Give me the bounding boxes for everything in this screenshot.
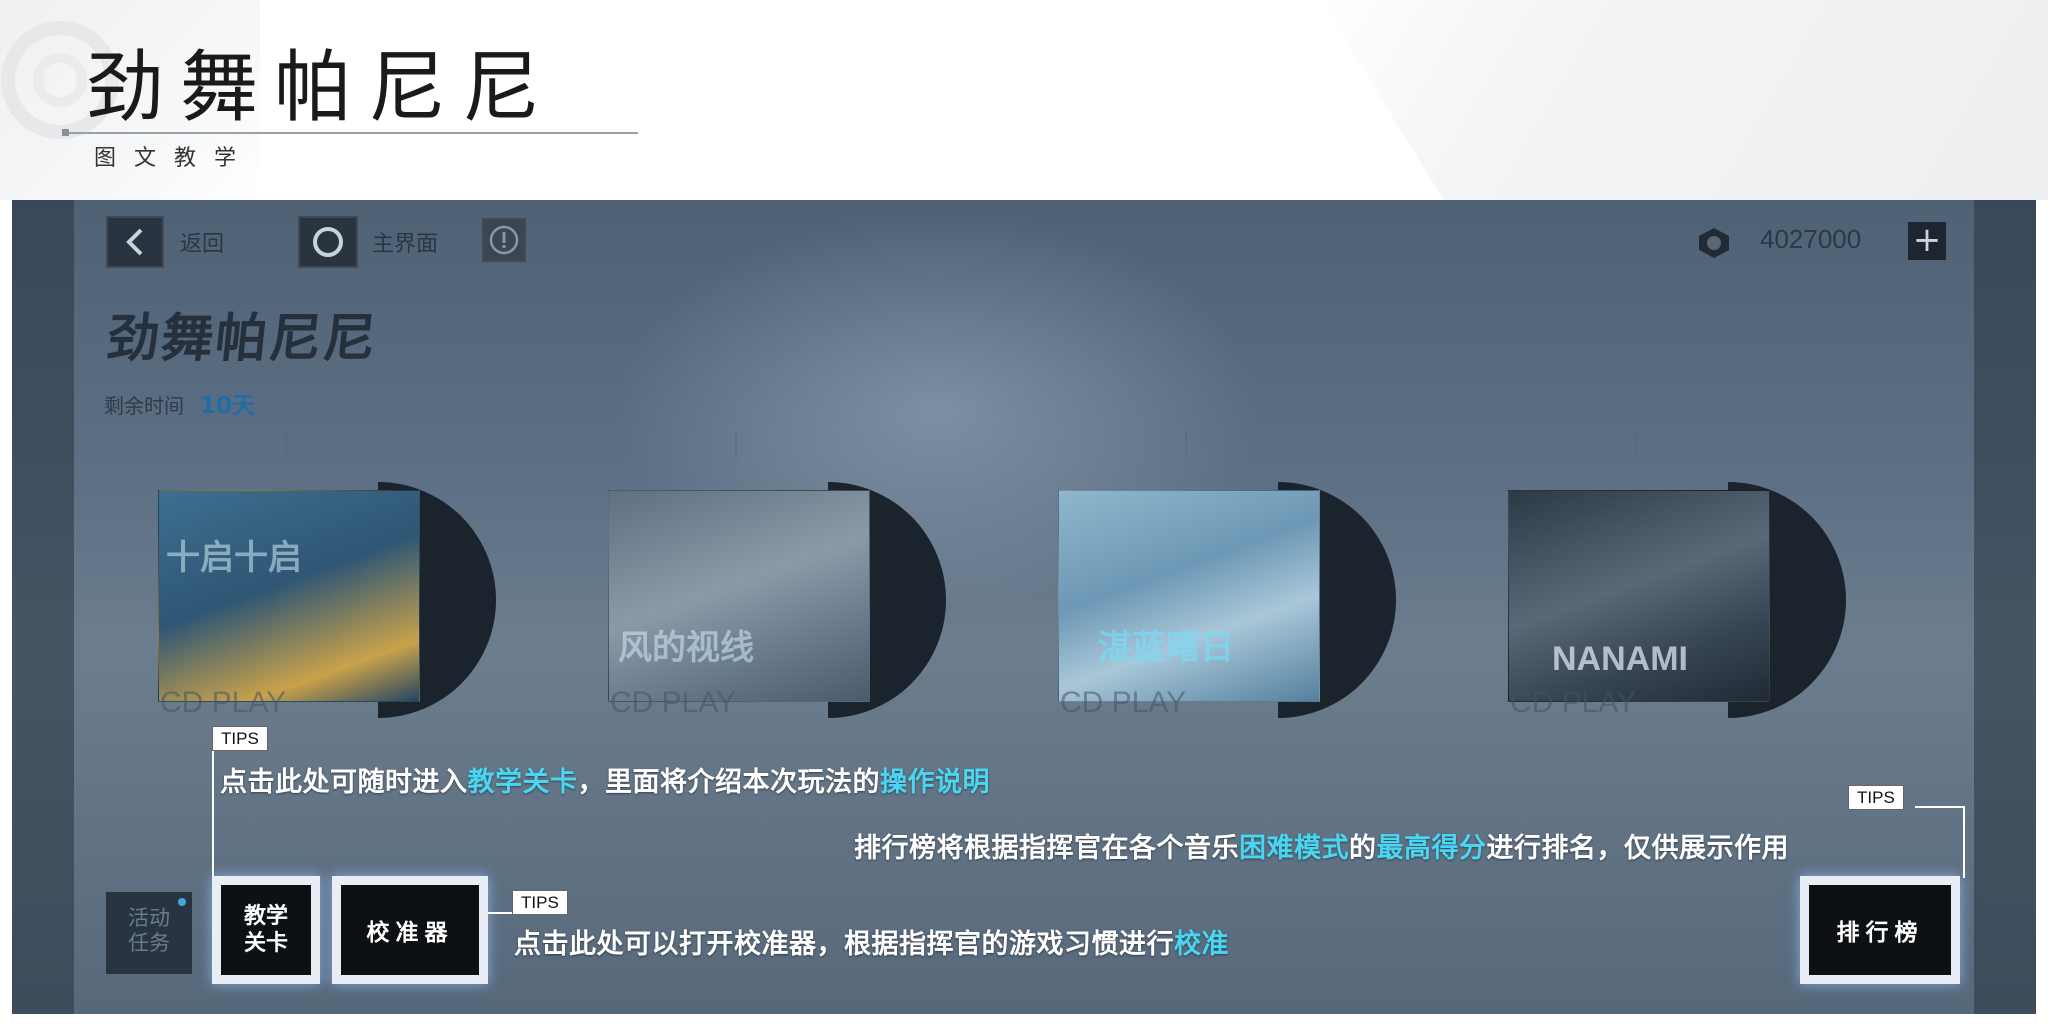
event-tasks-button[interactable]: 活动 任务 [106, 892, 192, 974]
album-cover-title: NANAMI [1552, 640, 1688, 678]
tip-highlight: 教学关卡 [467, 767, 578, 798]
tutorial-label-line1: 教学 [243, 904, 288, 929]
currency-value: 4027000 [1760, 224, 1862, 254]
tip-connector [212, 742, 214, 876]
calibrator-button[interactable]: 校准器 [332, 876, 488, 984]
album-card[interactable]: NANAMI CD PLAY [1508, 482, 1868, 719]
right-edge-panel [1974, 200, 2036, 1014]
page-title: 劲舞帕尼尼 [86, 43, 557, 133]
cd-play-label: CD PLAY [1060, 686, 1187, 719]
tutorial-stage-button[interactable]: 教学 关卡 [212, 876, 320, 984]
title-divider-dot [62, 129, 69, 136]
notification-dot [178, 898, 186, 906]
album-cover [1058, 490, 1320, 702]
tutorial-label-line2: 关卡 [243, 931, 288, 956]
home-label[interactable]: 主界面 [372, 226, 438, 258]
tip-text-part: 点击此处可以打开校准器，根据指挥官的游戏习惯进行 [514, 929, 1174, 960]
tip-text-part: 进行排名，仅供展示作用 [1486, 833, 1789, 864]
leaderboard-button[interactable]: 排行榜 [1800, 876, 1960, 984]
remaining-time-label: 剩余时间 [104, 394, 184, 418]
tip-connector [1963, 806, 1965, 878]
album-cover [158, 490, 420, 702]
tip-highlight: 最高得分 [1376, 833, 1487, 864]
tips-badge: TIPS [212, 726, 268, 751]
tip-text-part: ，里面将介绍本次玩法的 [577, 767, 880, 798]
exclamation-icon [489, 225, 519, 255]
album-card[interactable]: 十启十启 CD PLAY [158, 482, 518, 719]
album-card[interactable]: 风的视线 CD PLAY [608, 482, 968, 719]
tip-text-part: 的 [1349, 833, 1377, 864]
circle-home-icon [313, 227, 343, 257]
tip-text-part: 点击此处可随时进入 [220, 767, 468, 798]
crosshair-mark [735, 432, 737, 460]
tutorial-tip-text: 点击此处可随时进入教学关卡，里面将介绍本次玩法的操作说明 [220, 760, 990, 799]
cd-play-label: CD PLAY [1510, 686, 1637, 719]
tip-connector [1915, 806, 1965, 808]
crosshair-mark [1635, 432, 1637, 460]
leaderboard-tip-text: 排行榜将根据指挥官在各个音乐困难模式的最高得分进行排名，仅供展示作用 [854, 826, 1789, 865]
tip-text-part: 排行榜将根据指挥官在各个音乐 [854, 833, 1239, 864]
home-button[interactable] [298, 216, 358, 268]
tips-badge: TIPS [512, 890, 568, 915]
chevron-left-icon [126, 228, 143, 256]
left-edge-panel [12, 200, 74, 1014]
cd-play-label: CD PLAY [610, 686, 737, 719]
calibrator-label: 校准器 [366, 920, 454, 946]
currency-icon [1699, 228, 1729, 258]
header-background-right [1320, 0, 2048, 200]
remaining-time-value: 10天 [200, 393, 256, 419]
tips-badge: TIPS [1848, 785, 1904, 810]
event-logo: 劲舞帕尼尼 [104, 308, 381, 369]
album-cover-title: 十启十启 [166, 538, 302, 578]
page-subtitle: 图文教学 [94, 146, 255, 171]
calibrator-tip-text: 点击此处可以打开校准器，根据指挥官的游戏习惯进行校准 [514, 922, 1229, 961]
cd-play-label: CD PLAY [160, 686, 287, 719]
back-button[interactable] [106, 216, 164, 268]
leaderboard-label: 排行榜 [1836, 920, 1924, 946]
crosshair-mark [1185, 432, 1187, 460]
tip-highlight: 校准 [1174, 929, 1229, 960]
event-tasks-label-line1: 活动 [128, 906, 170, 930]
info-button[interactable] [482, 218, 526, 262]
album-cover-title: 风的视线 [618, 628, 754, 668]
album-cover-title: 湛蓝曙日 [1098, 628, 1234, 668]
album-card[interactable]: 湛蓝曙日 CD PLAY [1058, 482, 1418, 719]
tip-highlight: 操作说明 [880, 767, 990, 798]
title-divider [64, 132, 638, 134]
album-cover [608, 490, 870, 702]
tip-highlight: 困难模式 [1239, 833, 1349, 864]
game-screenshot: 返回 主界面 4027000 + 劲舞帕尼尼 剩余时间 10天 十启十启 CD … [12, 200, 2036, 1014]
crosshair-mark [285, 432, 287, 460]
back-label[interactable]: 返回 [180, 226, 224, 258]
event-tasks-label-line2: 任务 [128, 931, 170, 955]
add-currency-button[interactable]: + [1908, 222, 1946, 260]
